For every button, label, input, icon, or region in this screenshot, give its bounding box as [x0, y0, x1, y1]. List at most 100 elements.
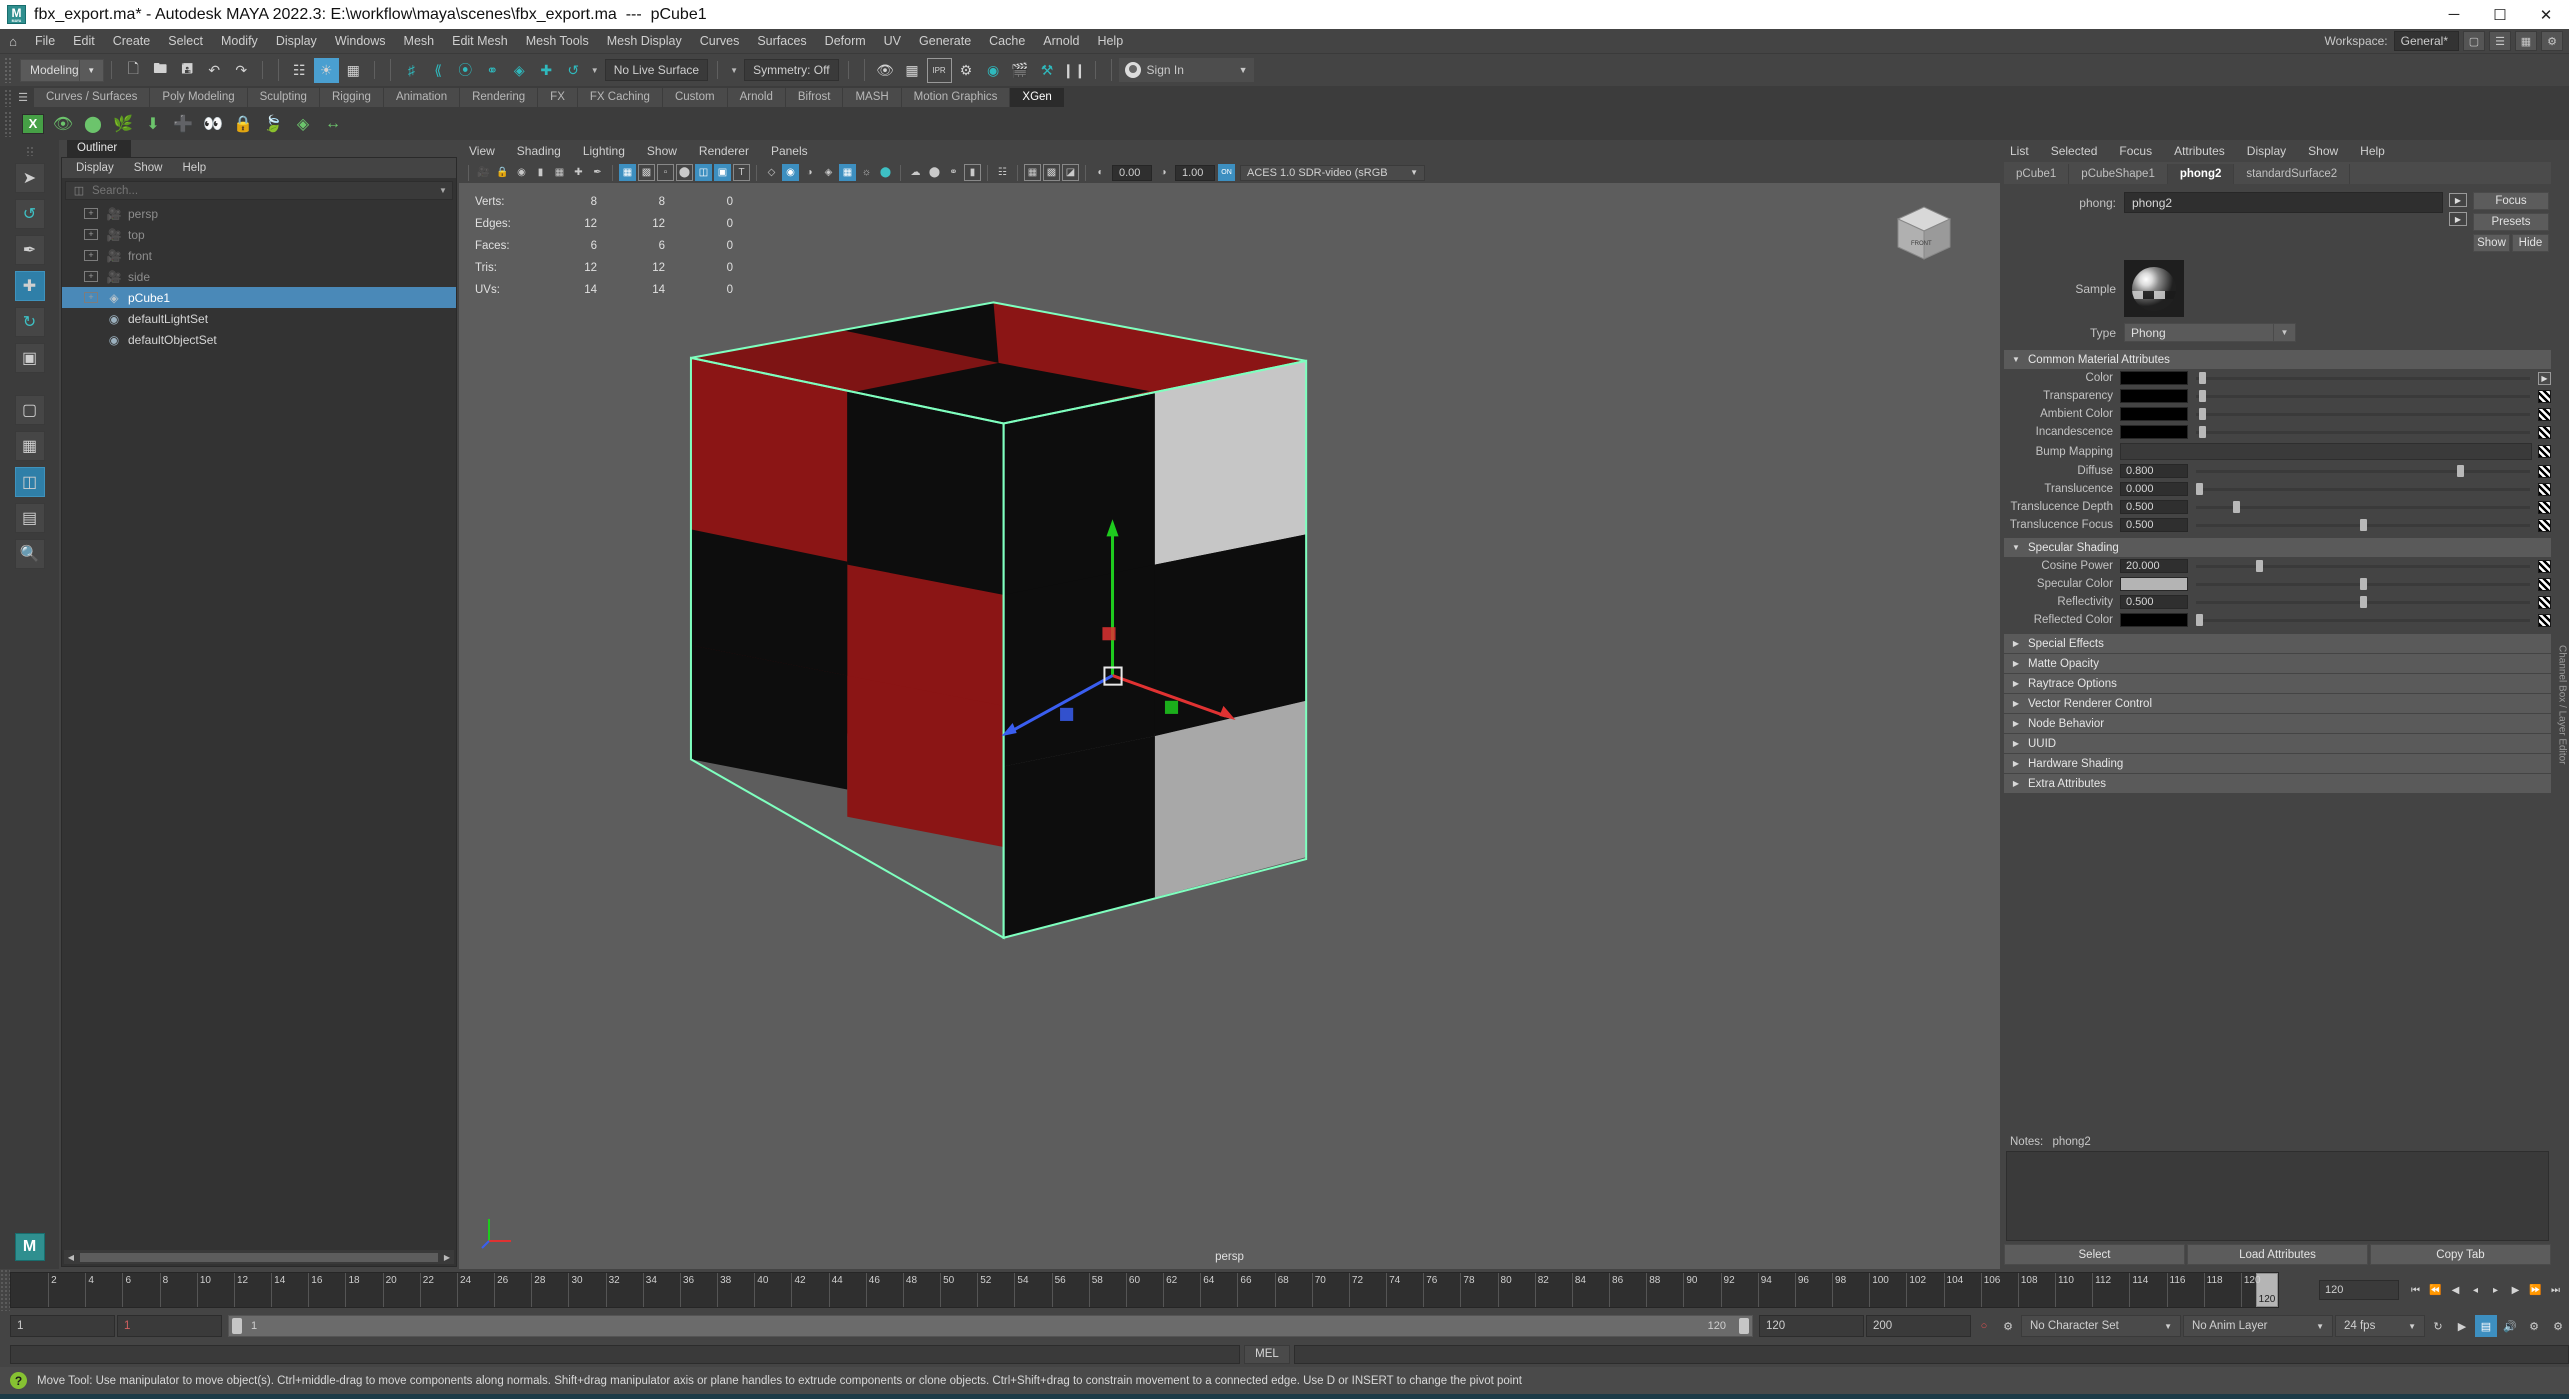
shelf-tab-rendering[interactable]: Rendering: [460, 88, 539, 107]
viewport-menu-renderer[interactable]: Renderer: [699, 144, 749, 158]
menu-item-curves[interactable]: Curves: [691, 29, 749, 54]
redo-icon[interactable]: ↷: [229, 58, 254, 83]
toolbox-grip[interactable]: [25, 146, 34, 156]
notes-textarea[interactable]: [2006, 1151, 2549, 1241]
shelf-tab-motion-graphics[interactable]: Motion Graphics: [901, 88, 1011, 107]
chevron-down-icon[interactable]: ▼: [2308, 1322, 2324, 1331]
scale-tool-button[interactable]: ▣: [14, 343, 45, 373]
shelf-tab-sculpting[interactable]: Sculpting: [247, 88, 320, 107]
menu-item-edit[interactable]: Edit: [64, 29, 104, 54]
ipr-render-icon[interactable]: IPR: [926, 57, 952, 83]
attr-value-field[interactable]: 20.000: [2120, 559, 2188, 573]
section-header-special-effects[interactable]: ▶ Special Effects: [2004, 634, 2551, 653]
chevron-down-icon[interactable]: ▼: [434, 186, 452, 195]
animation-prefs-icon[interactable]: ⚙: [2547, 1315, 2569, 1337]
persp-outliner-layout-button[interactable]: ◫: [14, 467, 45, 497]
clear-graph-icon[interactable]: ⚒: [1035, 58, 1060, 83]
menu-item-display[interactable]: Display: [267, 29, 326, 54]
symmetry-field[interactable]: Symmetry: Off: [744, 59, 839, 81]
chevron-down-icon[interactable]: ▼: [2400, 1322, 2416, 1331]
channel-box-rail[interactable]: Channel Box / Layer Editor: [2555, 140, 2569, 1269]
playback-end-field[interactable]: 120: [1759, 1315, 1864, 1337]
viewport-menu-shading[interactable]: Shading: [517, 144, 561, 158]
menu-item-cache[interactable]: Cache: [980, 29, 1034, 54]
bump-mapping-field[interactable]: [2120, 443, 2532, 460]
live-surface-chevron-icon[interactable]: ▼: [587, 66, 603, 75]
workspace-save-icon[interactable]: ▢: [2463, 31, 2485, 51]
outliner-item-defaultlightset[interactable]: ◉ defaultLightSet: [62, 308, 456, 329]
scroll-right-icon[interactable]: ▶: [440, 1253, 454, 1262]
section-header-specular-shading[interactable]: ▼ Specular Shading: [2004, 538, 2551, 557]
render-current-frame-icon[interactable]: 👁: [873, 58, 898, 83]
viewport-menu-view[interactable]: View: [469, 144, 495, 158]
fps-selector[interactable]: 24 fps ▼: [2335, 1315, 2425, 1337]
ae-tab-phong2[interactable]: phong2: [2167, 164, 2235, 184]
open-scene-icon[interactable]: 🖿: [148, 58, 173, 83]
lock-camera-icon[interactable]: 🔒: [494, 164, 511, 181]
grease-pencil-icon[interactable]: ✒: [589, 164, 606, 181]
outliner-item-top[interactable]: + 🎥 top: [62, 224, 456, 245]
outliner-menu-display[interactable]: Display: [76, 162, 114, 174]
shadows-icon[interactable]: ⬤: [877, 164, 894, 181]
pause-icon[interactable]: ❙❙: [1062, 58, 1087, 83]
section-header-matte-opacity[interactable]: ▶ Matte Opacity: [2004, 654, 2551, 673]
workspace-list-icon[interactable]: ☰: [2489, 31, 2511, 51]
attr-slider[interactable]: [2196, 389, 2530, 403]
menu-item-help[interactable]: Help: [1088, 29, 1132, 54]
shelf-tab-mash[interactable]: MASH: [843, 88, 902, 107]
multisample-icon[interactable]: ⚭: [945, 164, 962, 181]
menu-item-deform[interactable]: Deform: [816, 29, 875, 54]
select-by-hierarchy-icon[interactable]: ☷: [287, 58, 312, 83]
outliner-item-front[interactable]: + 🎥 front: [62, 245, 456, 266]
render-view-icon[interactable]: ▦: [900, 58, 925, 83]
ae-menu-help[interactable]: Help: [2360, 144, 2385, 158]
make-live-icon[interactable]: ✚: [534, 58, 559, 83]
resolution-gate-icon[interactable]: ▫: [657, 164, 674, 181]
attr-slider[interactable]: [2196, 595, 2530, 609]
chevron-down-icon[interactable]: ▼: [2274, 323, 2296, 342]
attr-value-field[interactable]: 0.000: [2120, 482, 2188, 496]
ae-menu-attributes[interactable]: Attributes: [2174, 144, 2225, 158]
anim-layer-selector[interactable]: No Anim Layer ▼: [2183, 1315, 2333, 1337]
mel-language-button[interactable]: MEL: [1244, 1344, 1290, 1364]
xray-icon[interactable]: ☷: [994, 164, 1011, 181]
time-slider-track[interactable]: 120 2 4 6 8 10 12 14 16 18 20 22 24 26 28 30 32 34 36 38 40…: [10, 1272, 2279, 1308]
attr-slider[interactable]: [2196, 425, 2530, 439]
textured-icon[interactable]: ▦: [839, 164, 856, 181]
add-guide-icon[interactable]: ➕: [168, 109, 198, 138]
paint-select-tool-button[interactable]: ✒: [14, 235, 45, 265]
shelf-tab-poly-modeling[interactable]: Poly Modeling: [150, 88, 248, 107]
safe-action-icon[interactable]: ▣: [714, 164, 731, 181]
gamma-icon[interactable]: ◑: [1155, 164, 1172, 181]
shelf-menu-icon[interactable]: ☰: [12, 88, 34, 107]
xgen-editor-icon[interactable]: X: [18, 109, 48, 138]
snap-to-grid-icon[interactable]: ♯: [399, 58, 424, 83]
range-handle-end[interactable]: [1739, 1318, 1749, 1334]
magnify-layout-button[interactable]: 🔍: [14, 539, 45, 569]
comb-guides-icon[interactable]: 🍃: [258, 109, 288, 138]
shelf-tab-rigging[interactable]: Rigging: [319, 88, 384, 107]
select-by-component-icon[interactable]: ▦: [341, 58, 366, 83]
snap-to-point-icon[interactable]: ⦿: [453, 58, 478, 83]
shelf-icons-grip[interactable]: [4, 110, 12, 137]
anim-end-field[interactable]: 200: [1866, 1315, 1971, 1337]
display-layer-icon[interactable]: ◪: [1062, 164, 1079, 181]
workspace-settings-icon[interactable]: ⚙: [2541, 31, 2563, 51]
ae-menu-show[interactable]: Show: [2308, 144, 2338, 158]
attr-slider[interactable]: [2196, 407, 2530, 421]
select-tool-button[interactable]: ➤: [14, 163, 45, 193]
screen-space-ao-icon[interactable]: ☁: [907, 164, 924, 181]
section-header-node-behavior[interactable]: ▶ Node Behavior: [2004, 714, 2551, 733]
ae-menu-display[interactable]: Display: [2247, 144, 2286, 158]
image-plane-icon[interactable]: ▦: [551, 164, 568, 181]
toolbar-grip[interactable]: [4, 57, 12, 83]
output-connection-icon[interactable]: ▶: [2449, 212, 2467, 226]
save-scene-icon[interactable]: 🖪: [175, 58, 200, 83]
menu-item-generate[interactable]: Generate: [910, 29, 980, 54]
gamma-value[interactable]: 1.00: [1175, 164, 1215, 181]
select-by-object-icon[interactable]: ☀: [313, 57, 339, 83]
step-forward-frame-icon[interactable]: ▶: [2506, 1280, 2525, 1300]
safe-title-icon[interactable]: T: [733, 164, 750, 181]
attr-value-field[interactable]: 0.500: [2120, 500, 2188, 514]
shelf-grip[interactable]: [4, 89, 12, 107]
